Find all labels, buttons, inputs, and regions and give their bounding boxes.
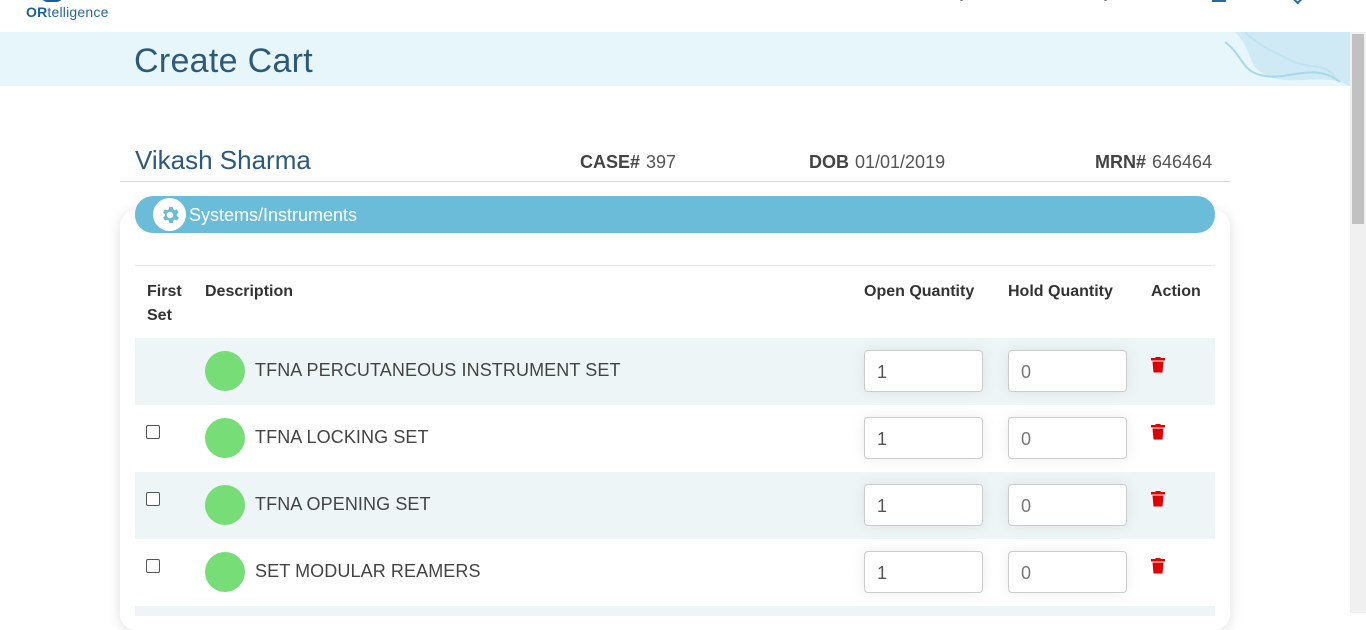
status-dot	[205, 351, 245, 391]
dob-label: DOB	[809, 152, 849, 172]
open-quantity-value: 1	[877, 496, 888, 516]
header-description[interactable]: Description	[205, 280, 293, 304]
dob-field: DOB 01/01/2019	[809, 152, 945, 173]
app-logo[interactable]: ORtelligence	[26, 4, 109, 20]
header-hold-quantity[interactable]: Hold Quantity	[1008, 280, 1113, 304]
table-header-row: First Set Description Open Quantity Hold…	[135, 266, 1215, 338]
page-title: Create Cart	[134, 42, 314, 80]
hold-quantity-value: 0	[1021, 496, 1032, 516]
first-set-checkbox[interactable]	[146, 492, 160, 506]
case-label: CASE#	[580, 152, 641, 172]
patient-name: Vikash Sharma	[135, 145, 311, 175]
case-value: 397	[646, 152, 677, 172]
decorative-wave-art	[1224, 32, 1350, 86]
logo-text: telligence	[47, 4, 109, 20]
first-set-checkbox[interactable]	[146, 425, 160, 439]
header-action: Action	[1151, 283, 1201, 300]
open-quantity-input[interactable]: 1	[864, 551, 983, 593]
trash-icon[interactable]	[1151, 491, 1165, 507]
table-row: TFNA LOCKING SET 1 0	[135, 405, 1215, 472]
hold-quantity-input[interactable]: 0	[1008, 551, 1127, 593]
page-header-banner: Create Cart	[0, 32, 1350, 86]
nav-item-fragment[interactable]	[1104, 0, 1107, 1]
open-quantity-value: 1	[877, 362, 888, 382]
status-dot	[205, 418, 245, 458]
header-first-set[interactable]: First Set	[147, 280, 187, 328]
chevron-down-icon[interactable]	[1290, 0, 1304, 5]
open-quantity-value: 1	[877, 563, 888, 583]
hold-quantity-value: 0	[1021, 429, 1032, 449]
user-icon[interactable]	[1212, 0, 1226, 2]
trash-icon[interactable]	[1151, 357, 1165, 373]
table-row: TFNA OPENING SET 1 0	[135, 472, 1215, 539]
scrollbar-thumb[interactable]	[1352, 34, 1364, 224]
open-quantity-value: 1	[877, 429, 888, 449]
status-dot	[205, 552, 245, 592]
hold-quantity-input[interactable]: 0	[1008, 484, 1127, 526]
dob-value: 01/01/2019	[855, 152, 946, 172]
mrn-label: MRN#	[1095, 152, 1147, 172]
instruments-table: First Set Description Open Quantity Hold…	[135, 265, 1215, 616]
trash-icon[interactable]	[1151, 424, 1165, 440]
table-row: SET MODULAR REAMERS 1 0	[135, 539, 1215, 606]
patient-info-row: Vikash Sharma CASE# 397 DOB 01/01/2019 MRN…	[120, 140, 1230, 182]
hold-quantity-input[interactable]: 0	[1008, 350, 1127, 392]
mrn-value: 646464	[1152, 152, 1213, 172]
nav-item-fragment[interactable]	[960, 0, 963, 1]
hold-quantity-value: 0	[1021, 563, 1032, 583]
open-quantity-input[interactable]: 1	[864, 484, 983, 526]
trash-icon[interactable]	[1151, 558, 1165, 574]
hold-quantity-input[interactable]: 0	[1008, 417, 1127, 459]
row-description: TFNA LOCKING SET	[255, 427, 429, 447]
logo-text-bold: OR	[26, 4, 48, 20]
logo-mark	[40, 0, 64, 2]
gear-icon	[153, 198, 186, 231]
mrn-field: MRN# 646464	[1095, 152, 1212, 173]
table-row: TFNA PERCUTANEOUS INSTRUMENT SET 1 0	[135, 338, 1215, 405]
row-description: TFNA PERCUTANEOUS INSTRUMENT SET	[255, 360, 621, 380]
section-header-bar: Systems/Instruments	[135, 196, 1215, 233]
table-row-partial	[135, 606, 1215, 616]
open-quantity-input[interactable]: 1	[864, 417, 983, 459]
case-number-field: CASE# 397	[580, 152, 676, 173]
status-dot	[205, 485, 245, 525]
header-open-quantity[interactable]: Open Quantity	[864, 280, 974, 304]
hold-quantity-value: 0	[1021, 362, 1032, 382]
section-title: Systems/Instruments	[189, 205, 358, 225]
row-description: TFNA OPENING SET	[255, 494, 431, 514]
row-description: SET MODULAR REAMERS	[255, 561, 481, 581]
open-quantity-input[interactable]: 1	[864, 350, 983, 392]
top-navbar: ORtelligence	[0, 0, 1350, 32]
first-set-checkbox[interactable]	[146, 559, 160, 573]
